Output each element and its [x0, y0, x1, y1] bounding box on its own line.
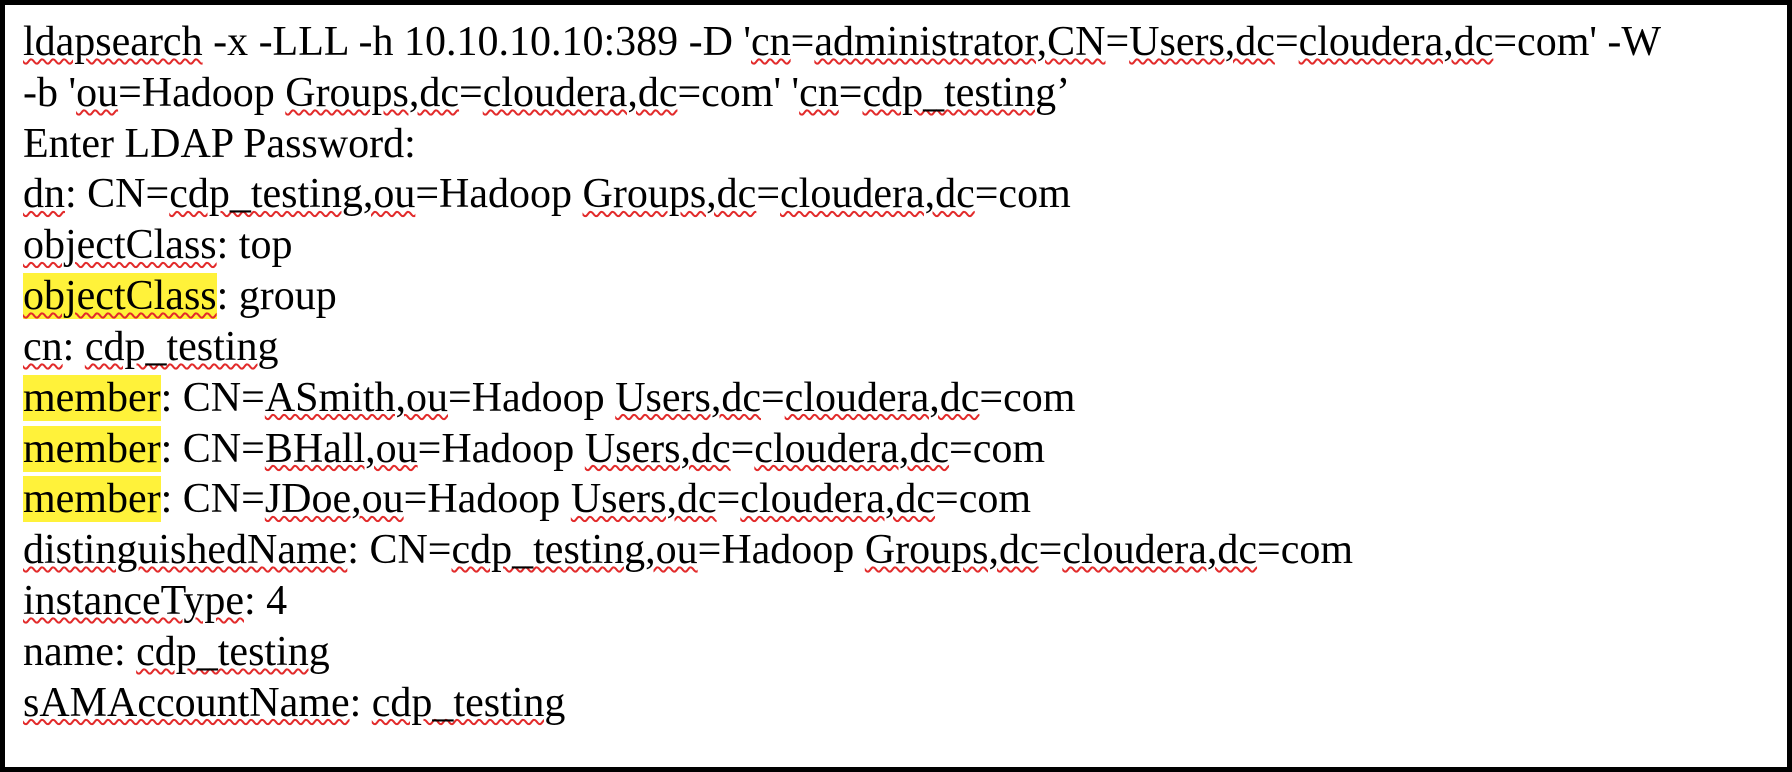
text: ’: [1056, 70, 1070, 116]
highlighted-member: member: [23, 426, 161, 472]
text: cdp_testing: [136, 629, 330, 675]
text: -b ': [23, 70, 76, 116]
text: =: [756, 171, 780, 217]
attr-samaccountname: sAMAccountName: cdp_testing: [23, 678, 1769, 729]
attr-objectclass-top: objectClass: top: [23, 220, 1769, 271]
text: sAMAccountName: [23, 680, 350, 726]
text: BHall,ou: [265, 426, 418, 472]
attr-member-3: member: CN=JDoe,ou=Hadoop Users,dc=cloud…: [23, 474, 1769, 525]
text: =Hadoop: [404, 476, 571, 522]
text: ldapsearch: [23, 19, 203, 65]
text: =com: [935, 476, 1031, 522]
text: =: [839, 70, 863, 116]
text: cloudera,dc: [780, 171, 975, 217]
text: name:: [23, 629, 136, 675]
highlighted-objectclass: objectClass: [23, 273, 217, 319]
text: =com' -W: [1493, 19, 1661, 65]
attr-distinguishedname: distinguishedName: CN=cdp_testing,ou=Had…: [23, 525, 1769, 576]
text: :: [63, 324, 85, 370]
attr-member-1: member: CN=ASmith,ou=Hadoop Users,dc=clo…: [23, 373, 1769, 424]
text: =: [791, 19, 815, 65]
text: JDoe,ou: [265, 476, 404, 522]
text: cdp_testing: [372, 680, 566, 726]
text: =com: [1257, 527, 1353, 573]
text: dn: [23, 171, 65, 217]
text: cloudera,dc: [785, 375, 980, 421]
text: =: [459, 70, 483, 116]
highlighted-member: member: [23, 375, 161, 421]
text: : CN=: [161, 426, 265, 472]
text: Users,dc: [1129, 19, 1275, 65]
text: ou: [76, 70, 118, 116]
text: =Hadoop: [118, 70, 285, 116]
text: Enter LDAP Password:: [23, 121, 416, 167]
text: =com: [949, 426, 1045, 472]
text: =com' ': [677, 70, 799, 116]
text: cloudera,dc: [1062, 527, 1257, 573]
text: ASmith,ou: [265, 375, 448, 421]
password-prompt: Enter LDAP Password:: [23, 119, 1769, 170]
text: cloudera,dc: [740, 476, 935, 522]
text: Groups,dc: [865, 527, 1039, 573]
text: distinguishedName: [23, 527, 347, 573]
attr-name: name: cdp_testing: [23, 627, 1769, 678]
text: administrator,CN: [814, 19, 1105, 65]
text: =: [1039, 527, 1063, 573]
text: objectClass: [23, 222, 217, 268]
text: cloudera,dc: [1299, 19, 1494, 65]
text: =Hadoop: [418, 426, 585, 472]
text: : 4: [244, 578, 287, 624]
text: : CN=: [347, 527, 451, 573]
text: : top: [217, 222, 293, 268]
text: : group: [217, 273, 337, 319]
text: =: [761, 375, 785, 421]
text: =: [717, 476, 741, 522]
text: : CN=: [161, 375, 265, 421]
attr-cn: cn: cdp_testing: [23, 322, 1769, 373]
text: =: [1105, 19, 1129, 65]
text: cloudera,dc: [483, 70, 678, 116]
text: cdp_testing,ou: [169, 171, 415, 217]
text: : CN=: [65, 171, 169, 217]
text: Users,dc: [585, 426, 731, 472]
attr-dn: dn: CN=cdp_testing,ou=Hadoop Groups,dc=c…: [23, 169, 1769, 220]
text: -x -LLL -h 10.10.10.10:389 -D ': [203, 19, 751, 65]
text: cdp_testing,ou: [452, 527, 698, 573]
text: : CN=: [161, 476, 265, 522]
command-line-2: -b 'ou=Hadoop Groups,dc=cloudera,dc=com'…: [23, 68, 1769, 119]
text: cn: [751, 19, 791, 65]
text: cloudera,dc: [754, 426, 949, 472]
text: =com: [975, 171, 1071, 217]
text: instanceType: [23, 578, 244, 624]
text: :: [350, 680, 372, 726]
text: cn: [799, 70, 839, 116]
text: =: [1275, 19, 1299, 65]
text: =: [731, 426, 755, 472]
text: cn: [23, 324, 63, 370]
text: =Hadoop: [698, 527, 865, 573]
text: =Hadoop: [448, 375, 615, 421]
text: Users,dc: [615, 375, 761, 421]
highlighted-member: member: [23, 476, 161, 522]
text: cdp_testing: [85, 324, 279, 370]
attr-instancetype: instanceType: 4: [23, 576, 1769, 627]
attr-objectclass-group: objectClass: group: [23, 271, 1769, 322]
text: Users,dc: [571, 476, 717, 522]
text: cdp_testing: [862, 70, 1056, 116]
attr-member-2: member: CN=BHall,ou=Hadoop Users,dc=clou…: [23, 424, 1769, 475]
command-line-1: ldapsearch -x -LLL -h 10.10.10.10:389 -D…: [23, 17, 1769, 68]
text: =Hadoop: [415, 171, 582, 217]
text: Groups,dc: [583, 171, 757, 217]
text: Groups,dc: [285, 70, 459, 116]
ldap-output-box: ldapsearch -x -LLL -h 10.10.10.10:389 -D…: [0, 0, 1792, 772]
text: =com: [979, 375, 1075, 421]
